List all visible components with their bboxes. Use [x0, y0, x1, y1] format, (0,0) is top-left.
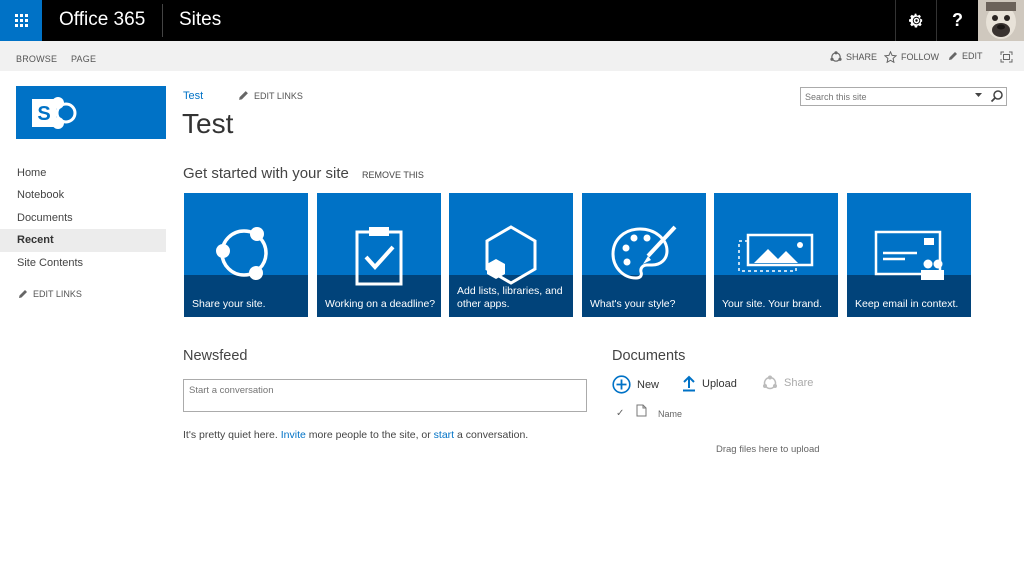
get-started-title: Get started with your site [183, 165, 349, 182]
office365-brand[interactable]: Office 365 [59, 9, 145, 31]
suite-app-title[interactable]: Sites [179, 9, 221, 31]
waffle-icon [14, 14, 28, 27]
start-link[interactable]: start [434, 429, 454, 441]
drag-drop-hint: Drag files here to upload [716, 444, 820, 455]
nav-documents[interactable]: Documents [0, 207, 166, 229]
new-label: New [637, 378, 660, 391]
nav-notebook[interactable]: Notebook [0, 184, 166, 206]
top-nav-edit-links[interactable]: EDIT LINKS [238, 90, 303, 101]
upload-button[interactable]: Upload [682, 375, 737, 392]
upload-label: Upload [702, 377, 737, 390]
tile-label: Working on a deadline? [325, 298, 436, 310]
new-document-button[interactable]: New [612, 375, 659, 394]
app-launcher-button[interactable] [0, 0, 42, 41]
tile-label: Add lists, libraries, and other apps. [457, 285, 563, 310]
pencil-icon [19, 290, 27, 298]
nav-site-contents[interactable]: Site Contents [0, 252, 166, 274]
quiet-text-suffix: a conversation. [454, 429, 529, 441]
breadcrumb-site-link[interactable]: Test [183, 90, 203, 102]
site-logo[interactable]: S [16, 86, 166, 139]
edit-links-label: EDIT LINKS [33, 289, 82, 299]
start-conversation-input[interactable] [183, 379, 587, 412]
share-icon [830, 51, 842, 62]
suite-divider [162, 4, 163, 37]
share-button[interactable]: SHARE [830, 51, 877, 63]
tile-label: Keep email in context. [855, 298, 959, 310]
document-type-icon [636, 404, 647, 417]
invite-link[interactable]: Invite [281, 429, 306, 441]
fullscreen-icon [1000, 51, 1013, 63]
help-icon: ? [952, 10, 963, 30]
newsfeed-title: Newsfeed [183, 348, 248, 364]
quiet-text-prefix: It's pretty quiet here. [183, 429, 281, 441]
tile-add-apps[interactable]: Add lists, libraries, and other apps. [449, 193, 573, 317]
tile-label: Share your site. [192, 298, 266, 310]
remove-this-link[interactable]: REMOVE THIS [362, 170, 424, 180]
gear-icon [909, 13, 923, 28]
avatar[interactable] [978, 0, 1024, 41]
user-photo [978, 0, 1024, 41]
search-scope-dropdown[interactable] [974, 89, 983, 104]
edit-label: EDIT [962, 51, 983, 61]
share-label: Share [784, 377, 814, 389]
follow-button[interactable]: FOLLOW [884, 51, 939, 63]
ribbon: BROWSE PAGE SHARE FOLLOW EDIT [0, 41, 1024, 71]
chevron-down-icon [975, 93, 982, 97]
documents-title: Documents [612, 348, 686, 364]
quick-launch: Home Notebook Documents Recent Site Cont… [0, 162, 166, 274]
share-icon [763, 375, 777, 390]
tile-label: What's your style? [590, 298, 676, 310]
quick-launch-edit-links[interactable]: EDIT LINKS [18, 289, 82, 299]
newsfeed-empty-message: It's pretty quiet here. Invite more peop… [183, 429, 528, 441]
tile-share-site[interactable]: Share your site. [184, 193, 308, 317]
nav-home[interactable]: Home [0, 162, 166, 184]
search-box [800, 87, 1007, 106]
follow-label: FOLLOW [901, 52, 940, 62]
tile-deadline[interactable]: Working on a deadline? [317, 193, 441, 317]
search-input[interactable] [801, 88, 969, 105]
tile-label: Your site. Your brand. [722, 298, 823, 310]
page-title: Test [182, 108, 234, 139]
edit-page-button[interactable]: EDIT [948, 51, 983, 61]
tile-style[interactable]: What's your style? [582, 193, 706, 317]
share-label: SHARE [846, 52, 878, 62]
tile-email[interactable]: Keep email in context. [847, 193, 971, 317]
search-icon [990, 90, 1003, 103]
focus-mode-button[interactable] [1000, 51, 1013, 63]
pencil-icon [239, 91, 248, 100]
tab-browse[interactable]: BROWSE [16, 54, 57, 64]
pencil-icon [949, 52, 957, 60]
select-all-checkmark[interactable]: ✓ [616, 408, 624, 419]
settings-button[interactable] [895, 0, 937, 41]
tab-page[interactable]: PAGE [71, 54, 96, 64]
column-header-name[interactable]: Name [658, 409, 682, 419]
edit-links-label: EDIT LINKS [254, 90, 303, 101]
svg-text:S: S [37, 103, 50, 125]
suite-bar: Office 365 Sites ? [0, 0, 1024, 41]
add-circle-icon [612, 375, 631, 394]
star-icon [884, 51, 897, 63]
quiet-text-middle: more people to the site, or [305, 429, 434, 441]
upload-icon [683, 375, 695, 392]
tile-brand[interactable]: Your site. Your brand. [714, 193, 838, 317]
nav-recent[interactable]: Recent [0, 229, 166, 252]
search-button[interactable] [990, 89, 1006, 104]
sharepoint-logo-icon: S [32, 96, 77, 129]
help-button[interactable]: ? [936, 0, 978, 41]
share-document-button[interactable]: Share [762, 375, 813, 391]
